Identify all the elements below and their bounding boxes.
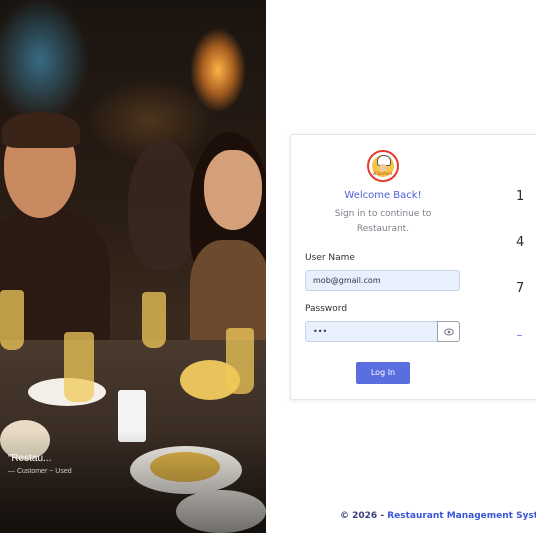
footer-copyright: © 2026 - [340, 511, 388, 521]
step-number: 4 [516, 235, 525, 250]
welcome-heading: Welcome Back! [344, 190, 422, 201]
photo-shade [0, 430, 266, 533]
username-label: User Name [305, 253, 355, 263]
login-card: Kitchen Welcome Back! Sign in to continu… [290, 134, 536, 400]
password-label: Password [305, 304, 348, 314]
toggle-password-visibility-button[interactable] [437, 321, 460, 342]
logo-text: Kitchen [373, 171, 393, 177]
welcome-subtitle: Sign in to continue to Restaurant. [334, 209, 432, 234]
testimonial-quote: “Restau... [8, 453, 52, 464]
username-input[interactable]: mob@gmail.com [305, 270, 460, 291]
testimonial-author: — Customer ~ Used [8, 468, 72, 475]
restaurant-photo: “Restau... — Customer ~ Used [0, 0, 266, 533]
woman-face [204, 150, 262, 230]
step-number: 7 [516, 281, 525, 296]
eye-icon [444, 328, 454, 336]
background-diner [128, 140, 198, 270]
wine-glass [142, 292, 166, 348]
step-number: 1 [516, 189, 525, 204]
step-indicator: 1 4 7 [516, 135, 526, 399]
wine-glass [226, 328, 254, 394]
login-button[interactable]: Log In [356, 362, 410, 384]
restaurant-logo-icon: Kitchen [367, 150, 399, 182]
footer-brand-link[interactable]: Restaurant Management Syste [387, 511, 536, 521]
password-input[interactable]: ••• [305, 321, 438, 342]
man-hair [2, 112, 80, 148]
step-dash [517, 335, 522, 336]
wine-glass [0, 290, 24, 350]
wine-glass [64, 332, 94, 402]
footer: © 2026 - Restaurant Management Syste [340, 511, 536, 521]
